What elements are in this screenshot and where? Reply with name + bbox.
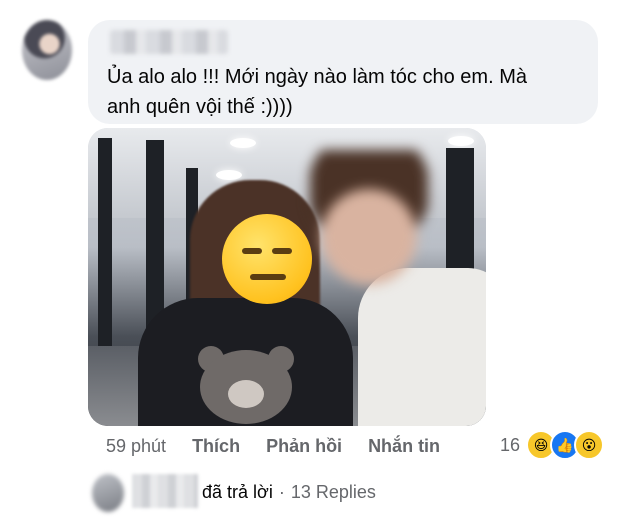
comment-timestamp[interactable]: 59 phút: [106, 436, 166, 457]
comment-actions: 59 phút Thích Phản hồi Nhắn tin: [106, 434, 466, 458]
like-action[interactable]: Thích: [192, 436, 240, 457]
separator-dot: ·: [278, 482, 285, 502]
commenter-avatar[interactable]: [22, 20, 72, 80]
replied-text: đã trả lời: [202, 482, 273, 502]
comment-text: Ủa alo alo !!! Mới ngày nào làm tóc cho …: [107, 62, 587, 122]
bear-snout: [228, 380, 264, 408]
reaction-count: 16: [500, 434, 521, 455]
expressionless-emoji-icon: [222, 214, 312, 304]
wow-icon: 😮: [574, 430, 605, 460]
replies-count[interactable]: 13 Replies: [291, 482, 376, 503]
replies-link[interactable]: đã trả lời · 13 Replies: [202, 482, 376, 503]
reply-author-blurred[interactable]: [132, 474, 198, 508]
message-action[interactable]: Nhắn tin: [368, 436, 440, 457]
ceiling-light: [216, 170, 242, 180]
comment-photo[interactable]: [88, 128, 486, 426]
comment-text-line1: Ủa alo alo !!! Mới ngày nào làm tóc cho …: [107, 66, 527, 88]
reply-action[interactable]: Phản hồi: [266, 436, 342, 457]
ceiling-light: [448, 136, 474, 146]
reply-avatar[interactable]: [92, 474, 124, 512]
man-shirt: [358, 268, 486, 426]
ceiling-light: [230, 138, 256, 148]
reaction-summary[interactable]: 16 😆 👍 😮: [500, 430, 605, 460]
comment-text-line2: anh quên vội thế :)))): [107, 96, 293, 118]
commenter-name-blurred[interactable]: [110, 30, 228, 54]
man-face-blurred: [310, 150, 428, 290]
